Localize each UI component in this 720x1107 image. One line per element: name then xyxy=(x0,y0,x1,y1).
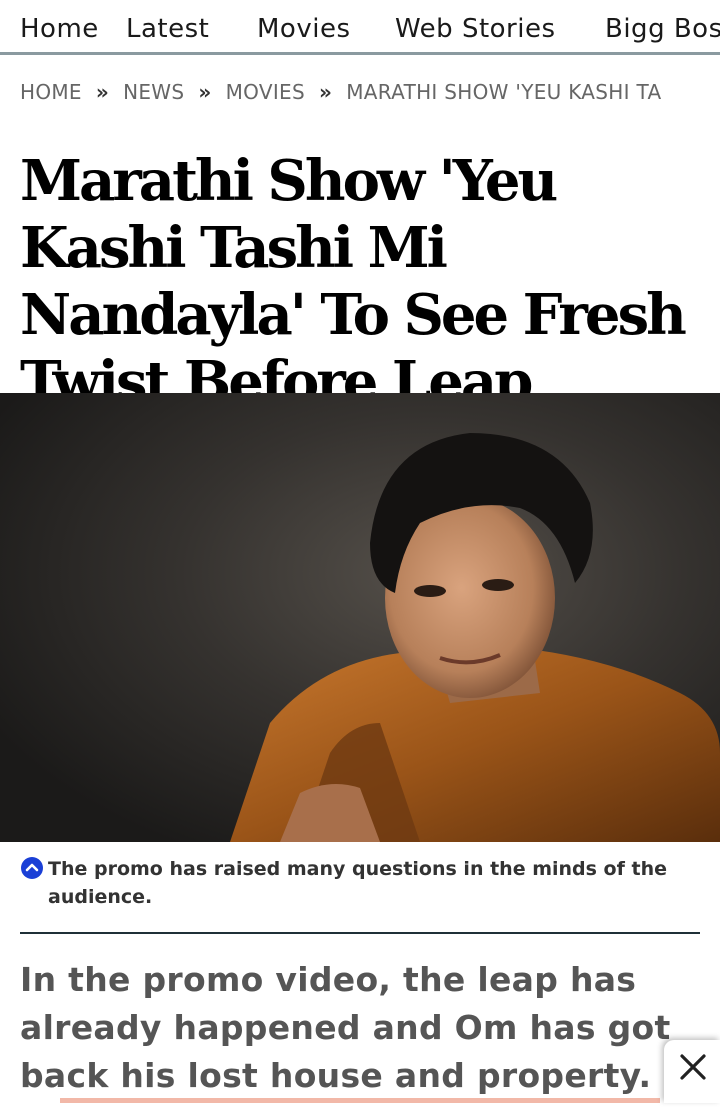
breadcrumb-separator: » xyxy=(318,80,333,104)
breadcrumb-home[interactable]: HOME xyxy=(20,80,82,104)
breadcrumb-separator: » xyxy=(95,80,110,104)
nav-item-bigg-boss[interactable]: Bigg Bos xyxy=(605,14,720,44)
top-navigation: Home Latest Movies Web Stories Bigg Bos xyxy=(0,0,720,55)
portrait-illustration xyxy=(0,393,720,842)
chevron-up-circle-icon[interactable] xyxy=(20,856,44,880)
section-divider xyxy=(20,932,700,934)
article-hero-image xyxy=(0,393,720,842)
nav-item-latest[interactable]: Latest xyxy=(126,14,209,44)
breadcrumb: HOME » NEWS » MOVIES » MARATHI SHOW 'YEU KASHI… xyxy=(20,80,720,110)
nav-item-movies[interactable]: Movies xyxy=(257,14,351,44)
caption-text: The promo has raised many questions in t… xyxy=(48,858,667,908)
close-ad-button[interactable] xyxy=(664,1040,720,1103)
breadcrumb-movies[interactable]: MOVIES xyxy=(226,80,305,104)
article-summary: In the promo video, the leap has already… xyxy=(20,960,671,1095)
image-caption: The promo has raised many questions in t… xyxy=(20,855,680,911)
nav-item-web-stories[interactable]: Web Stories xyxy=(395,14,556,44)
bottom-accent-bar xyxy=(60,1098,660,1103)
breadcrumb-separator: » xyxy=(198,80,212,104)
nav-item-home[interactable]: Home xyxy=(20,14,99,44)
article-headline: Marathi Show 'Yeu Kashi Tashi Mi Nandayl… xyxy=(20,148,687,415)
breadcrumb-current-article: MARATHI SHOW 'YEU KASHI TA xyxy=(346,80,662,104)
breadcrumb-news[interactable]: NEWS xyxy=(123,80,184,104)
close-icon xyxy=(680,1054,706,1080)
